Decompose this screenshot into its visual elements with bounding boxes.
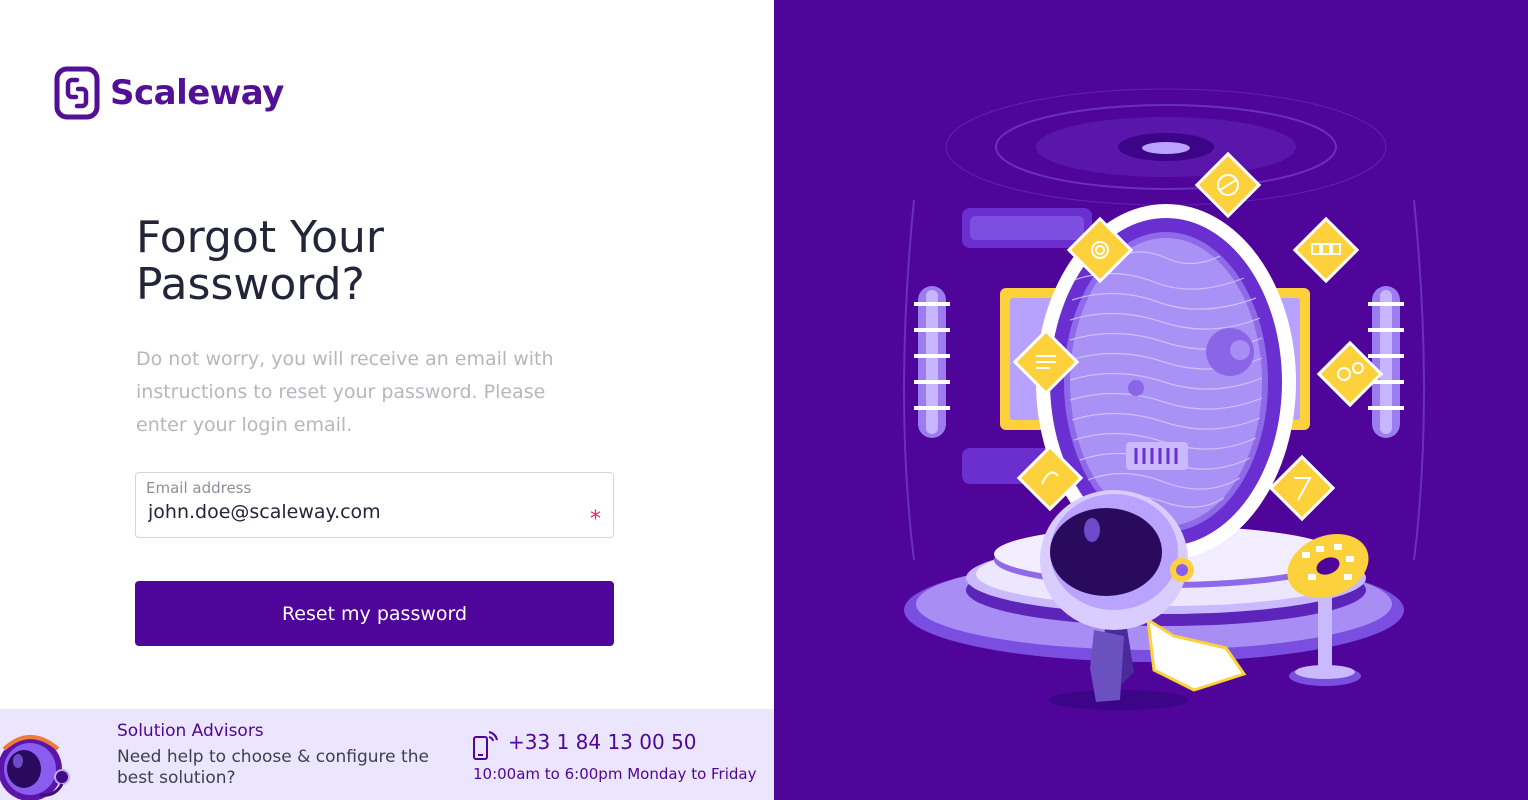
email-input[interactable] xyxy=(148,501,578,523)
advisor-hours: 10:00am to 6:00pm Monday to Friday xyxy=(473,765,757,783)
email-field[interactable]: Email address * xyxy=(135,472,614,538)
astronaut-portal-illustration xyxy=(903,88,1425,710)
page-description: Do not worry, you will receive an email … xyxy=(136,348,554,436)
login-panel: Scaleway Forgot Your Password? Do not wo… xyxy=(0,0,774,800)
astronaut-advisor-icon xyxy=(0,735,70,800)
scaleway-logo[interactable]: Scaleway xyxy=(54,66,284,120)
reset-password-button[interactable]: Reset my password xyxy=(135,581,614,646)
advisor-phone[interactable]: +33 1 84 13 00 50 xyxy=(508,730,697,754)
page-title: Forgot Your Password? xyxy=(136,212,384,310)
brand-name: Scaleway xyxy=(110,73,284,113)
email-field-label: Email address xyxy=(146,479,252,497)
mobile-phone-icon xyxy=(473,731,498,760)
advisor-title: Solution Advisors xyxy=(117,721,264,741)
illustration-panel xyxy=(774,0,1528,800)
scaleway-logo-icon xyxy=(54,66,100,120)
advisor-text: Need help to choose & configure the best… xyxy=(117,747,429,788)
solution-advisors-bar: Solution Advisors Need help to choose & … xyxy=(0,709,774,800)
required-asterisk: * xyxy=(590,507,601,532)
